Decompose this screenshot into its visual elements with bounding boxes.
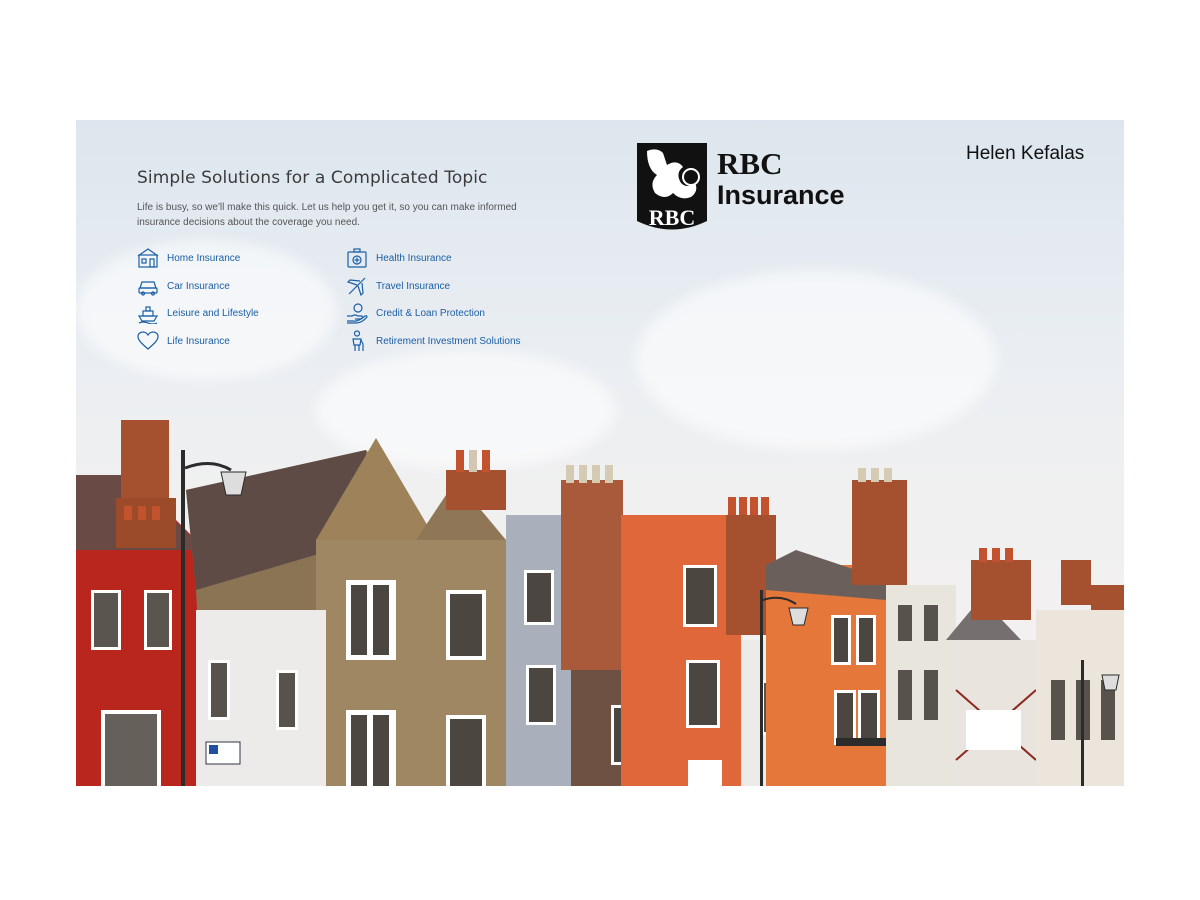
link-car-insurance[interactable]: Car Insurance [137, 275, 230, 297]
link-home-insurance[interactable]: Home Insurance [137, 247, 240, 269]
link-label: Home Insurance [167, 252, 241, 264]
rbc-insurance-logo[interactable]: RBC RBC Insurance [637, 143, 869, 235]
link-health-insurance[interactable]: Health Insurance [346, 247, 452, 269]
airplane-icon [346, 277, 366, 297]
link-leisure-lifestyle[interactable]: Leisure and Lifestyle [137, 302, 259, 324]
hand-money-icon [347, 303, 368, 324]
link-retirement-investment[interactable]: Retirement Investment Solutions [346, 330, 521, 352]
medical-kit-icon [347, 248, 367, 268]
wordmark-rbc: RBC [717, 146, 782, 181]
heart-icon [137, 331, 159, 350]
intro-text: Life is busy, so we'll make this quick. … [137, 202, 517, 228]
page-headline: Simple Solutions for a Complicated Topic [137, 168, 488, 188]
car-icon [138, 281, 158, 296]
link-label: Life Insurance [167, 335, 230, 347]
hero-banner: Simple Solutions for a Complicated Topic… [76, 120, 1124, 786]
wordmark-insurance: Insurance [717, 180, 845, 210]
link-credit-loan-protection[interactable]: Credit & Loan Protection [346, 302, 485, 324]
link-label: Car Insurance [167, 280, 230, 292]
link-label: Travel Insurance [376, 280, 451, 292]
link-label: Credit & Loan Protection [376, 307, 485, 319]
link-label: Retirement Investment Solutions [376, 335, 521, 347]
link-label: Leisure and Lifestyle [167, 307, 259, 319]
user-name[interactable]: Helen Kefalas [966, 143, 1084, 165]
link-life-insurance[interactable]: Life Insurance [137, 330, 230, 352]
intro-panel: Simple Solutions for a Complicated Topic… [137, 168, 577, 230]
house-icon [137, 248, 159, 268]
person-icon [352, 330, 364, 351]
link-travel-insurance[interactable]: Travel Insurance [346, 275, 450, 297]
shield-text: RBC [649, 205, 695, 230]
boat-icon [137, 306, 159, 324]
link-label: Health Insurance [376, 252, 452, 264]
